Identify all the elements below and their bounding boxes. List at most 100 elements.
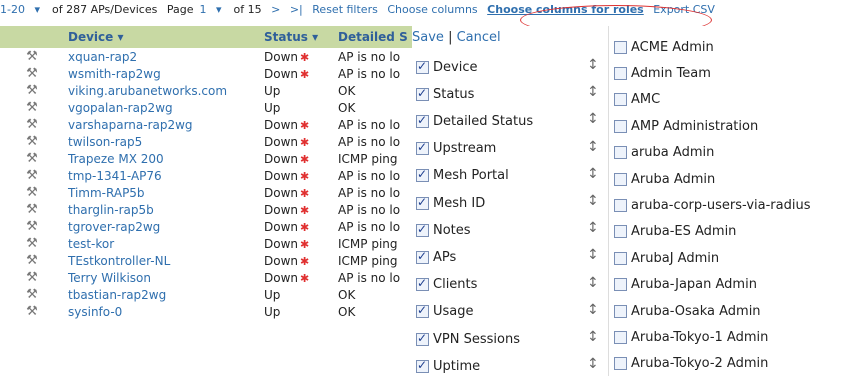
checkbox[interactable] [416,358,429,373]
drag-handle-icon[interactable]: ↕ [587,193,599,209]
table-row[interactable]: ⚒ TEstkontroller-NL Down ✱ ICMP ping [0,252,412,269]
wrench-icon[interactable]: ⚒ [0,286,64,303]
device-name-link[interactable]: viking.arubanetworks.com [64,82,260,99]
device-name-link[interactable]: tmp-1341-AP76 [64,167,260,184]
table-row[interactable]: ⚒ tmp-1341-AP76 Down ✱ AP is no lo [0,167,412,184]
device-name-link[interactable]: Trapeze MX 200 [64,150,260,167]
export-csv-link[interactable]: Export CSV [653,0,715,20]
wrench-icon[interactable]: ⚒ [0,201,64,218]
table-row[interactable]: ⚒ tbastian-rap2wg Up OK [0,286,412,303]
drag-handle-icon[interactable]: ↕ [587,84,599,100]
device-name-link[interactable]: Timm-RAP5b [64,184,260,201]
role-option[interactable]: Aruba Admin [614,168,715,190]
reset-filters-link[interactable]: Reset filters [312,0,378,20]
drag-handle-icon[interactable]: ↕ [587,57,599,73]
wrench-icon[interactable]: ⚒ [0,116,64,133]
role-option[interactable]: Aruba-ES Admin [614,221,736,243]
wrench-icon[interactable]: ⚒ [0,235,64,252]
checkbox[interactable] [416,113,429,128]
checkbox[interactable] [416,195,429,210]
device-name-link[interactable]: Terry Wilkison [64,269,260,286]
wrench-icon[interactable]: ⚒ [0,303,64,320]
device-name-link[interactable]: wsmith-rap2wg [64,65,260,82]
next-page-link[interactable]: > [271,0,280,20]
drag-handle-icon[interactable]: ↕ [587,139,599,155]
checkbox[interactable] [416,276,429,292]
table-row[interactable]: ⚒ test-kor Down ✱ ICMP ping [0,235,412,252]
device-name-link[interactable]: xquan-rap2 [64,48,260,65]
wrench-icon[interactable]: ⚒ [0,99,64,116]
column-option[interactable]: Clients [416,274,477,296]
drag-handle-icon[interactable]: ↕ [587,329,599,345]
role-option[interactable]: Aruba-Tokyo-1 Admin [614,326,768,348]
drag-handle-icon[interactable]: ↕ [587,356,599,372]
drag-handle-icon[interactable]: ↕ [587,302,599,318]
role-option[interactable]: Aruba-Tokyo-2 Admin [614,353,768,375]
table-row[interactable]: ⚒ sysinfo-0 Up OK [0,303,412,320]
table-row[interactable]: ⚒ tgrover-rap2wg Down ✱ AP is no lo [0,218,412,235]
drag-handle-icon[interactable]: ↕ [587,166,599,182]
checkbox[interactable] [614,225,627,239]
page-select[interactable]: 1 ▾ [199,0,227,20]
wrench-icon[interactable]: ⚒ [0,167,64,184]
checkbox[interactable] [416,331,429,346]
checkbox[interactable] [614,278,627,292]
range-select[interactable]: 1-20 ▾ [0,0,46,20]
device-name-link[interactable]: vgopalan-rap2wg [64,99,260,116]
status-column-header[interactable]: Status ▾ [260,26,334,48]
wrench-icon[interactable]: ⚒ [0,252,64,269]
column-option[interactable]: Upstream [416,138,496,160]
drag-handle-icon[interactable]: ↕ [587,111,599,127]
role-option[interactable]: AMP Administration [614,115,758,137]
checkbox[interactable] [614,357,627,371]
wrench-icon[interactable]: ⚒ [0,218,64,235]
role-option[interactable]: AMC [614,89,660,111]
wrench-icon[interactable]: ⚒ [0,133,64,150]
device-name-link[interactable]: tharglin-rap5b [64,201,260,218]
device-name-link[interactable]: TEstkontroller-NL [64,252,260,269]
checkbox[interactable] [614,146,627,160]
table-row[interactable]: ⚒ vgopalan-rap2wg Up OK [0,99,412,116]
role-option[interactable]: ACME Admin [614,36,714,58]
column-option[interactable]: Uptime [416,355,480,377]
column-option[interactable]: APs [416,246,456,268]
role-option[interactable]: Admin Team [614,62,711,84]
checkbox[interactable] [614,93,627,107]
device-name-link[interactable]: sysinfo-0 [64,303,260,320]
checkbox[interactable] [416,222,429,237]
device-column-header[interactable]: Device ▾ [64,26,260,48]
checkbox[interactable] [614,66,627,80]
table-row[interactable]: ⚒ Trapeze MX 200 Down ✱ ICMP ping [0,150,412,167]
device-name-link[interactable]: test-kor [64,235,260,252]
column-option[interactable]: VPN Sessions [416,328,520,350]
checkbox[interactable] [614,119,627,133]
checkbox[interactable] [416,86,429,101]
drag-handle-icon[interactable]: ↕ [587,247,599,263]
checkbox[interactable] [416,249,429,264]
device-name-link[interactable]: twilson-rap5 [64,133,260,150]
table-row[interactable]: ⚒ varshaparna-rap2wg Down ✱ AP is no lo [0,116,412,133]
role-option[interactable]: Aruba-Japan Admin [614,274,757,296]
column-option[interactable]: Device [416,56,477,78]
checkbox[interactable] [614,40,627,54]
role-option[interactable]: Aruba-Osaka Admin [614,300,761,322]
table-row[interactable]: ⚒ tharglin-rap5b Down ✱ AP is no lo [0,201,412,218]
device-name-link[interactable]: tbastian-rap2wg [64,286,260,303]
column-option[interactable]: Mesh Portal [416,165,509,187]
wrench-icon[interactable]: ⚒ [0,184,64,201]
table-row[interactable]: ⚒ Terry Wilkison Down ✱ AP is no lo [0,269,412,286]
choose-columns-link[interactable]: Choose columns [387,0,477,20]
detailed-status-column-header[interactable]: Detailed S [334,26,412,48]
wrench-icon[interactable]: ⚒ [0,269,64,286]
wrench-icon[interactable]: ⚒ [0,65,64,82]
drag-handle-icon[interactable]: ↕ [587,275,599,291]
role-option[interactable]: aruba Admin [614,142,714,164]
checkbox[interactable] [416,59,429,74]
checkbox[interactable] [614,304,627,318]
device-name-link[interactable]: tgrover-rap2wg [64,218,260,235]
column-option[interactable]: Detailed Status [416,110,533,132]
checkbox[interactable] [614,330,627,344]
checkbox[interactable] [416,303,429,319]
wrench-icon[interactable]: ⚒ [0,82,64,99]
device-name-link[interactable]: varshaparna-rap2wg [64,116,260,133]
